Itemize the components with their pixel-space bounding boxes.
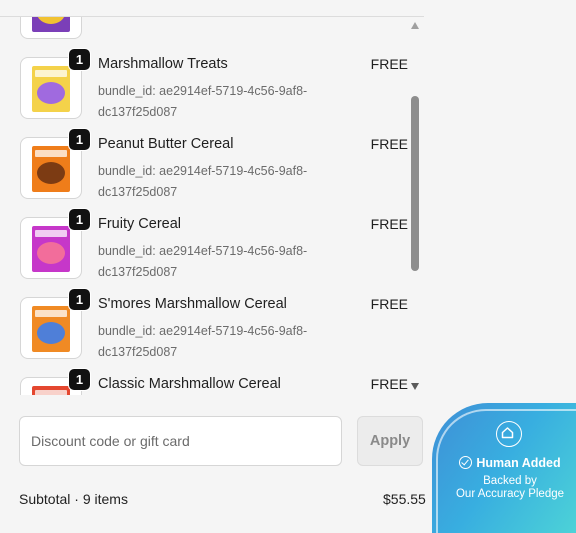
- product-price: FREE: [370, 136, 408, 152]
- quantity-badge: 1: [68, 128, 91, 151]
- cart-item[interactable]: 1 Peanut Butter Cereal FREE bundle_id: ae29…: [0, 119, 410, 199]
- bundle-id: bundle_id: ae2914ef-5719-4c56-9af8- dc137…: [98, 321, 307, 363]
- product-image: [32, 17, 70, 32]
- apply-discount-button[interactable]: Apply: [357, 416, 423, 466]
- scrollbar[interactable]: [409, 17, 421, 393]
- scroll-down-arrow-icon[interactable]: [411, 383, 419, 390]
- bundle-id: bundle_id: ae2914ef-5719-4c56-9af8- dc137…: [98, 81, 307, 123]
- cart-item[interactable]: 1 S'mores Marshmallow Cereal FREE bundle_id…: [0, 279, 410, 359]
- product-image: [32, 66, 70, 112]
- product-price: FREE: [370, 296, 408, 312]
- badge-title: Human Added: [432, 456, 576, 470]
- discount-code-input[interactable]: [19, 416, 342, 466]
- bundle-id-line-1: bundle_id: ae2914ef-5719-4c56-9af8-: [98, 164, 308, 178]
- product-image: [32, 146, 70, 192]
- subtotal-value: $55.55: [383, 491, 426, 507]
- cart-item[interactable]: 1 Fruity Cereal FREE bundle_id: ae2914ef-57…: [0, 199, 410, 279]
- bundle-id-line-1: bundle_id: ae2914ef-5719-4c56-9af8-: [98, 84, 308, 98]
- check-circle-icon: [459, 456, 473, 469]
- human-added-badge[interactable]: Human Added Backed by Our Accuracy Pledg…: [432, 403, 576, 533]
- badge-title-text: Human Added: [476, 456, 561, 470]
- product-price: FREE: [370, 376, 408, 392]
- subtotal-label: Subtotal · 9 items: [19, 491, 128, 507]
- cart-items-list[interactable]: dc137f25d087 1 Marshmallow Treats FREE bundl…: [0, 16, 424, 395]
- quantity-badge: 1: [68, 48, 91, 71]
- product-name: S'mores Marshmallow Cereal: [98, 296, 287, 312]
- product-thumbnail: [20, 17, 82, 39]
- scroll-up-arrow-icon[interactable]: [411, 22, 419, 29]
- product-price: FREE: [370, 56, 408, 72]
- cart-item[interactable]: dc137f25d087: [0, 17, 410, 39]
- cart-item[interactable]: 1 Classic Marshmallow Cereal FREE: [0, 359, 410, 395]
- bundle-id-line-1: bundle_id: ae2914ef-5719-4c56-9af8-: [98, 324, 308, 338]
- home-icon: [496, 421, 522, 447]
- badge-line-2: Our Accuracy Pledge: [455, 488, 565, 500]
- cart-panel: dc137f25d087 1 Marshmallow Treats FREE bundl…: [0, 0, 440, 516]
- product-name: Peanut Butter Cereal: [98, 136, 234, 152]
- quantity-badge: 1: [68, 208, 91, 231]
- scrollbar-thumb[interactable]: [411, 96, 419, 271]
- product-price: FREE: [370, 216, 408, 232]
- bundle-id-line-1: bundle_id: ae2914ef-5719-4c56-9af8-: [98, 244, 308, 258]
- product-name: Marshmallow Treats: [98, 56, 228, 72]
- quantity-badge: 1: [68, 288, 91, 311]
- product-image: [32, 226, 70, 272]
- product-name: Classic Marshmallow Cereal: [98, 376, 281, 392]
- bundle-id-line-2: dc137f25d087: [98, 17, 177, 22]
- bundle-id: dc137f25d087: [98, 17, 177, 22]
- bundle-id: bundle_id: ae2914ef-5719-4c56-9af8- dc137…: [98, 241, 307, 283]
- cart-item[interactable]: 1 Marshmallow Treats FREE bundle_id: ae2914…: [0, 39, 410, 119]
- quantity-badge: 1: [68, 368, 91, 391]
- product-image: [32, 306, 70, 352]
- product-image: [32, 386, 70, 395]
- bundle-id: bundle_id: ae2914ef-5719-4c56-9af8- dc137…: [98, 161, 307, 203]
- badge-line-1: Backed by: [483, 475, 537, 487]
- product-name: Fruity Cereal: [98, 216, 181, 232]
